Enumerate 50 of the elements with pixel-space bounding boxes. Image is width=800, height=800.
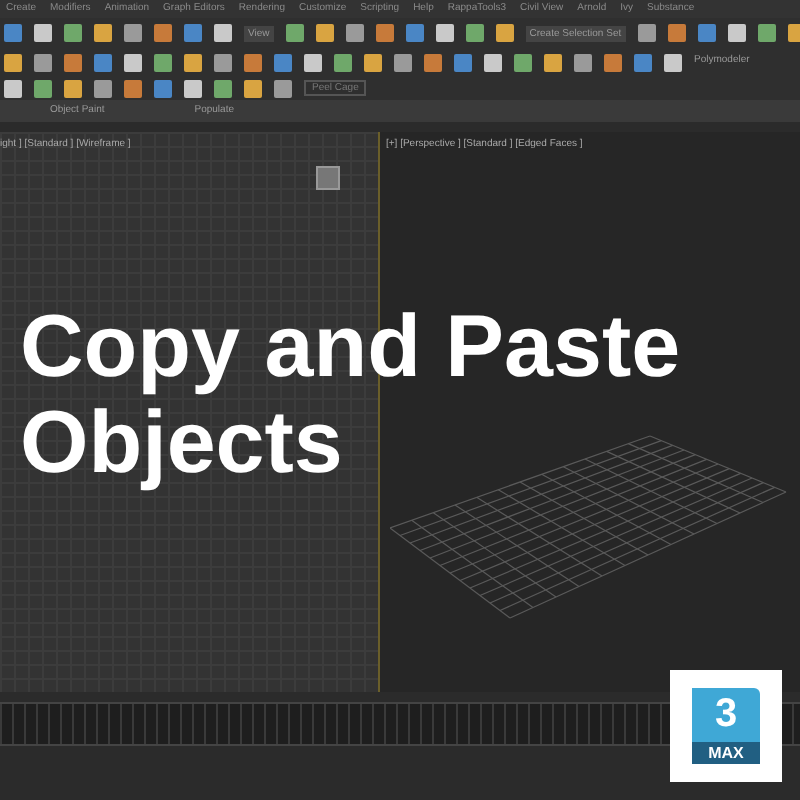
square-icon[interactable] [424, 53, 442, 71]
square-icon[interactable] [214, 53, 232, 71]
square-icon[interactable] [574, 53, 592, 71]
square-icon[interactable] [375, 24, 394, 42]
square-icon[interactable] [64, 53, 82, 71]
square-icon[interactable] [244, 53, 262, 71]
square-icon[interactable] [184, 79, 202, 97]
square-icon[interactable] [345, 24, 364, 42]
square-icon[interactable] [274, 53, 292, 71]
square-icon[interactable] [454, 53, 472, 71]
square-icon[interactable] [664, 53, 682, 71]
square-icon[interactable] [637, 24, 656, 42]
square-icon[interactable] [285, 24, 304, 42]
square-icon[interactable] [727, 24, 746, 42]
square-icon[interactable] [94, 79, 112, 97]
square-icon[interactable] [465, 24, 484, 42]
square-icon[interactable] [124, 53, 142, 71]
square-icon[interactable] [184, 53, 202, 71]
square-icon[interactable] [154, 79, 172, 97]
square-icon[interactable] [315, 24, 334, 42]
square-icon[interactable] [304, 53, 322, 71]
square-icon[interactable] [604, 53, 622, 71]
square-icon[interactable] [697, 24, 716, 42]
square-icon[interactable] [405, 24, 424, 42]
square-icon[interactable] [495, 24, 514, 42]
square-icon[interactable] [787, 24, 800, 42]
square-icon[interactable] [124, 79, 142, 97]
square-icon[interactable] [244, 79, 262, 97]
square-icon[interactable] [34, 79, 52, 97]
square-icon[interactable] [757, 24, 776, 42]
square-icon[interactable] [4, 79, 22, 97]
square-icon[interactable] [667, 24, 686, 42]
square-icon[interactable] [154, 53, 172, 71]
square-icon[interactable] [274, 79, 292, 97]
square-icon[interactable] [334, 53, 352, 71]
square-icon[interactable] [34, 53, 52, 71]
square-icon[interactable] [64, 79, 82, 97]
logo-word: MAX [692, 742, 760, 764]
square-icon[interactable] [394, 53, 412, 71]
square-icon[interactable] [214, 79, 232, 97]
square-icon[interactable] [435, 24, 454, 42]
logo-number: 3 [714, 692, 738, 736]
square-icon[interactable] [484, 53, 502, 71]
square-icon[interactable] [544, 53, 562, 71]
square-icon[interactable] [634, 53, 652, 71]
headline: Copy and Paste Objects [20, 300, 683, 492]
square-icon[interactable] [94, 53, 112, 71]
square-icon[interactable] [364, 53, 382, 71]
square-icon[interactable] [4, 53, 22, 71]
square-icon[interactable] [514, 53, 532, 71]
